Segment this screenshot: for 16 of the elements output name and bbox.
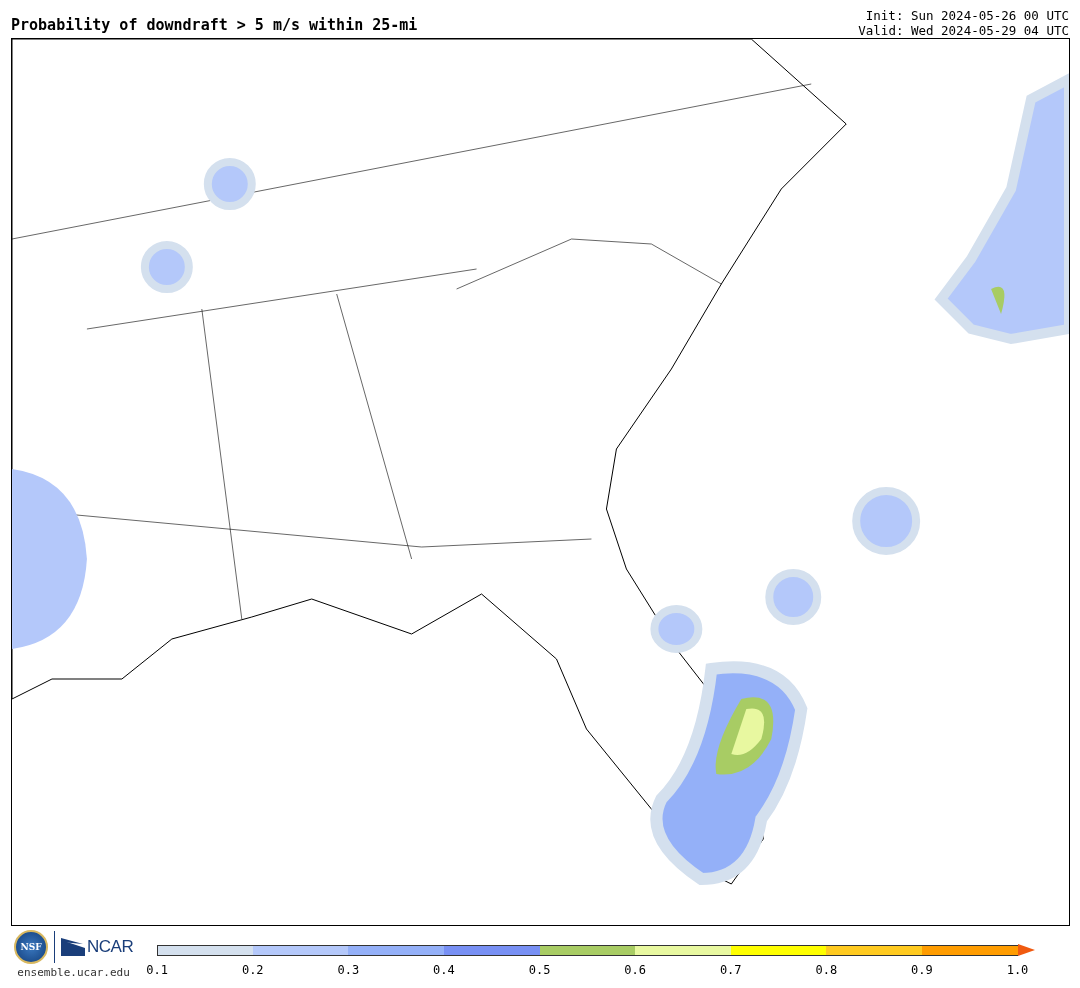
nsf-logo: NSF [14,930,48,964]
chart-title: Probability of downdraft > 5 m/s within 25-mi [11,16,418,36]
run-time-label: Valid: Wed 2024-05-29 04 UTC [858,23,1069,38]
ncar-logo-icon [61,938,85,956]
colorbar-tick-label: 0.9 [910,963,934,977]
colorbar-tick-label: 0.6 [623,963,647,977]
ncar-logo: NCAR [87,937,134,957]
colorbar-tick-label: 0.8 [814,963,839,977]
site-url: ensemble.ucar.edu [17,966,130,979]
colorbar-tick-label: 0.4 [432,963,456,977]
colorbar-tick-label: 0.3 [336,963,361,977]
colorbar-tick-label: 0.7 [718,963,743,977]
colorbar-tick-label: 0.5 [527,963,552,977]
colorbar-tick-label: 0.2 [240,963,265,977]
colorbar-tick-label: 1.0 [1005,963,1030,977]
run-time-label: Init: Sun 2024-05-26 00 UTC [865,8,1069,23]
